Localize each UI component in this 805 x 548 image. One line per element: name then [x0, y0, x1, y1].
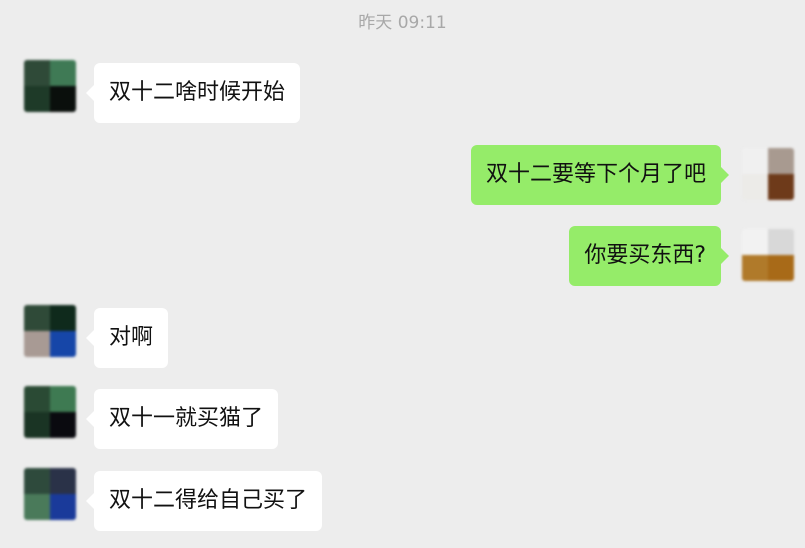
contact-avatar[interactable] — [24, 60, 76, 112]
self-avatar[interactable] — [742, 229, 794, 281]
message-bubble-incoming[interactable]: 对啊 — [85, 308, 169, 368]
self-avatar[interactable] — [742, 148, 794, 200]
contact-avatar[interactable] — [24, 305, 76, 357]
message-bubble-outgoing[interactable]: 双十二要等下个月了吧 — [470, 145, 730, 205]
message-bubble-outgoing[interactable]: 你要买东西? — [569, 226, 729, 286]
message-bubble-incoming[interactable]: 双十一就买猫了 — [85, 389, 279, 449]
contact-avatar[interactable] — [24, 386, 76, 438]
contact-avatar[interactable] — [24, 468, 76, 520]
chat-timestamp: 昨天 09:11 — [358, 13, 447, 33]
message-bubble-incoming[interactable]: 双十二得给自己买了 — [85, 471, 323, 531]
message-bubble-incoming[interactable]: 双十二啥时候开始 — [85, 63, 301, 123]
